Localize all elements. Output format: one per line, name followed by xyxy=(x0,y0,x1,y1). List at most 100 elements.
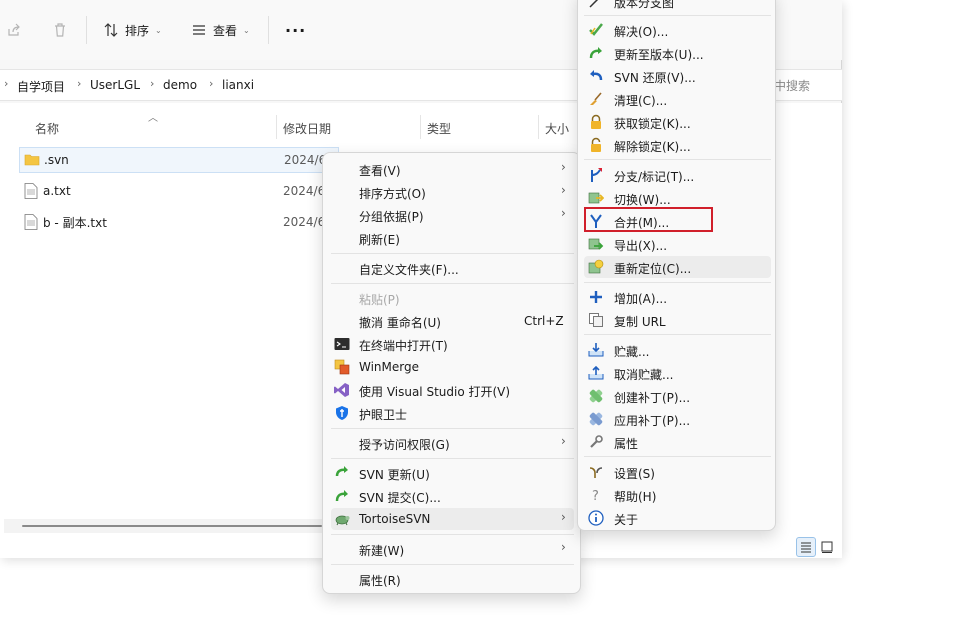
menu-divider xyxy=(584,334,771,335)
visual-studio-icon xyxy=(334,383,349,397)
unshelve-icon xyxy=(588,365,604,380)
menu-item-winmerge[interactable]: WinMerge xyxy=(331,356,574,378)
chevron-right-icon: › xyxy=(77,77,82,90)
menu-divider xyxy=(584,159,771,160)
menu-item-export[interactable]: 导出(X)... xyxy=(584,233,771,255)
menu-divider xyxy=(331,428,574,429)
breadcrumb-item[interactable]: UserLGL xyxy=(90,78,140,92)
menu-label: 分支/标记(T)... xyxy=(614,170,695,184)
context-menu: 查看(V) › 排序方式(O) › 分组依据(P) › 刷新(E) 自定义文件夹… xyxy=(322,152,581,594)
menu-divider xyxy=(331,534,574,535)
menu-item-cleanup[interactable]: 清理(C)... xyxy=(584,88,771,110)
chevron-down-icon: ⌄ xyxy=(243,25,250,35)
menu-item-properties[interactable]: 属性(R) xyxy=(331,568,574,590)
column-header-modified[interactable]: 修改日期 xyxy=(283,120,331,137)
tiles-view-button[interactable] xyxy=(820,540,834,554)
menu-item-undo-rename[interactable]: 撤消 重命名(U) Ctrl+Z xyxy=(331,310,574,332)
menu-item-release-lock[interactable]: 解除锁定(K)... xyxy=(584,134,771,156)
menu-label: 创建补丁(P)... xyxy=(614,391,691,405)
menu-item-settings[interactable]: 设置(S) xyxy=(584,461,771,483)
menu-item-apply-patch[interactable]: 应用补丁(P)... xyxy=(584,408,771,430)
menu-divider xyxy=(584,456,771,457)
menu-item-customize-folder[interactable]: 自定义文件夹(F)... xyxy=(331,257,574,279)
menu-item-update-to-revision[interactable]: 更新至版本(U)... xyxy=(584,42,771,64)
menu-item-get-lock[interactable]: 获取锁定(K)... xyxy=(584,111,771,133)
sort-button[interactable]: 排序 ⌄ xyxy=(103,17,162,43)
more-options-button[interactable]: ··· xyxy=(285,17,306,43)
menu-label: 自定义文件夹(F)... xyxy=(359,263,459,277)
menu-item-switch[interactable]: 切换(W)... xyxy=(584,187,771,209)
menu-item-open-terminal[interactable]: 在终端中打开(T) xyxy=(331,333,574,355)
relocate-icon xyxy=(588,259,604,274)
chevron-right-icon: › xyxy=(4,77,9,90)
settings-icon xyxy=(589,467,603,478)
horizontal-scrollbar[interactable] xyxy=(4,519,324,533)
menu-label: 授予访问权限(G) xyxy=(359,438,450,452)
menu-item-grant-access[interactable]: 授予访问权限(G) › xyxy=(331,432,574,454)
menu-label: 取消贮藏... xyxy=(614,368,674,382)
menu-item-create-patch[interactable]: 创建补丁(P)... xyxy=(584,385,771,407)
menu-label: 版本分支图 xyxy=(614,0,675,10)
menu-item-tortoisesvn[interactable]: TortoiseSVN › xyxy=(331,508,574,530)
menu-label: 增加(A)... xyxy=(614,292,668,306)
menu-item-about[interactable]: 关于 xyxy=(584,507,771,529)
menu-item-properties[interactable]: 属性 xyxy=(584,431,771,453)
chevron-right-icon: › xyxy=(561,434,566,448)
menu-label: SVN 提交(C)... xyxy=(359,491,441,505)
menu-label: 切换(W)... xyxy=(614,193,671,207)
delete-button[interactable] xyxy=(52,17,68,43)
view-button[interactable]: 查看 ⌄ xyxy=(191,17,250,43)
menu-item-eye-guard[interactable]: 护眼卫士 xyxy=(331,402,574,424)
share-button[interactable] xyxy=(6,17,22,43)
file-row[interactable]: a.txt 2024/6 xyxy=(19,178,339,204)
revision-graph-icon xyxy=(589,0,599,8)
breadcrumb-item[interactable]: demo xyxy=(163,78,197,92)
column-divider[interactable] xyxy=(538,115,539,139)
details-view-button[interactable] xyxy=(796,537,816,557)
menu-item-sort-by[interactable]: 排序方式(O) › xyxy=(331,181,574,203)
menu-divider xyxy=(331,458,574,459)
file-name: a.txt xyxy=(43,184,71,198)
menu-item-paste[interactable]: 粘贴(P) xyxy=(331,287,574,309)
file-row[interactable]: b - 副本.txt 2024/6 xyxy=(19,209,339,235)
menu-item-svn-commit[interactable]: SVN 提交(C)... xyxy=(331,485,574,507)
create-patch-icon xyxy=(589,389,603,403)
menu-label: SVN 还原(V)... xyxy=(614,71,696,85)
menu-label: 清理(C)... xyxy=(614,94,668,108)
menu-item-unshelve[interactable]: 取消贮藏... xyxy=(584,362,771,384)
menu-item-copy-url[interactable]: 复制 URL xyxy=(584,309,771,331)
plus-icon xyxy=(590,291,602,303)
menu-item-new[interactable]: 新建(W) › xyxy=(331,538,574,560)
menu-label: 帮助(H) xyxy=(614,490,657,504)
scrollbar-thumb[interactable] xyxy=(22,525,322,527)
tortoisesvn-submenu: 版本分支图 解决(O)... 更新至版本(U)... SVN 还原(V)... … xyxy=(577,0,776,531)
file-row[interactable]: .svn 2024/6 xyxy=(19,147,339,173)
chevron-down-icon: ⌄ xyxy=(155,25,162,35)
menu-item-add[interactable]: 增加(A)... xyxy=(584,286,771,308)
folder-icon xyxy=(24,154,40,166)
chevron-right-icon: › xyxy=(561,160,566,174)
menu-item-help[interactable]: ? 帮助(H) xyxy=(584,484,771,506)
menu-label: TortoiseSVN xyxy=(359,512,431,526)
menu-item-relocate[interactable]: 重新定位(C)... xyxy=(584,256,771,278)
column-header-type[interactable]: 类型 xyxy=(427,120,451,137)
menu-item-open-visual-studio[interactable]: 使用 Visual Studio 打开(V) xyxy=(331,379,574,401)
menu-item-refresh[interactable]: 刷新(E) xyxy=(331,227,574,249)
menu-item-revision-graph[interactable]: 版本分支图 xyxy=(584,0,771,12)
text-file-icon xyxy=(24,183,38,199)
menu-item-view[interactable]: 查看(V) › xyxy=(331,158,574,180)
menu-item-svn-update[interactable]: SVN 更新(U) xyxy=(331,462,574,484)
file-date: 2024/6 xyxy=(283,215,326,229)
menu-item-svn-revert[interactable]: SVN 还原(V)... xyxy=(584,65,771,87)
menu-item-group-by[interactable]: 分组依据(P) › xyxy=(331,204,574,226)
column-divider[interactable] xyxy=(420,115,421,139)
menu-item-branch-tag[interactable]: 分支/标记(T)... xyxy=(584,164,771,186)
breadcrumb-item[interactable]: lianxi xyxy=(222,78,254,92)
menu-item-shelve[interactable]: 贮藏... xyxy=(584,339,771,361)
column-header-size[interactable]: 大小 xyxy=(545,120,569,137)
merge-highlight-annotation xyxy=(584,207,713,232)
breadcrumb-item[interactable]: 自学项目 xyxy=(17,78,65,95)
column-header-name[interactable]: 名称 xyxy=(35,120,59,137)
menu-item-resolve[interactable]: 解决(O)... xyxy=(584,19,771,41)
column-divider[interactable] xyxy=(276,115,277,139)
